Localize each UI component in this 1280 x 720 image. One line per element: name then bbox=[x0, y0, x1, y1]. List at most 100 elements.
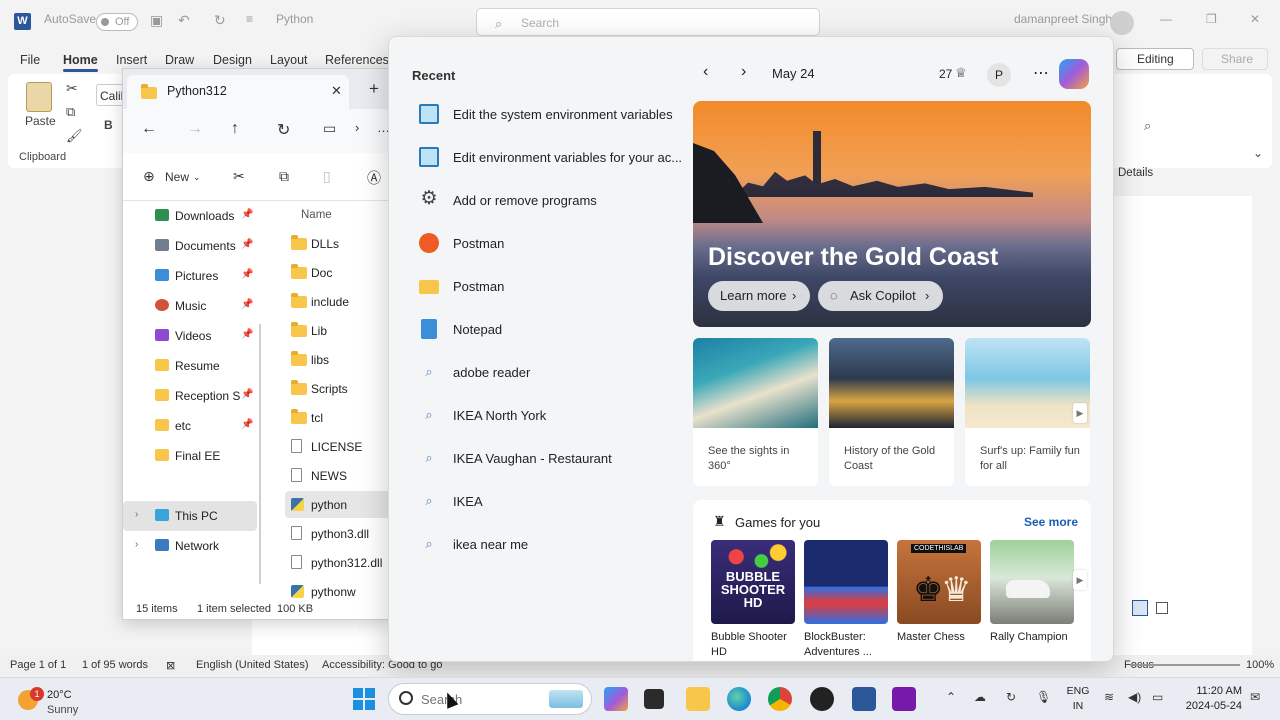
back-icon[interactable]: ← bbox=[141, 120, 157, 138]
rename-icon[interactable]: Ⓐ bbox=[367, 168, 381, 188]
file-row[interactable]: python312.dll bbox=[285, 549, 391, 576]
collapse-ribbon-icon[interactable]: ⌄ bbox=[1253, 146, 1263, 160]
rewards-points[interactable]: 27 bbox=[939, 67, 952, 81]
story-card[interactable]: Surf's up: Family fun for all bbox=[965, 338, 1090, 486]
page-count[interactable]: Page 1 of 1 bbox=[10, 659, 66, 671]
game-name[interactable]: Bubble Shooter HD bbox=[711, 630, 797, 660]
recent-item[interactable]: ⚙ Add or remove programs bbox=[411, 180, 683, 220]
nav-item-reception[interactable]: Reception Sh 📌 bbox=[123, 381, 257, 411]
recent-item[interactable]: Postman bbox=[411, 223, 683, 263]
nav-item-resume[interactable]: Resume bbox=[123, 351, 257, 381]
share-button[interactable]: Share bbox=[1202, 48, 1268, 70]
tab-draw[interactable]: Draw bbox=[165, 53, 194, 67]
game-name[interactable]: BlockBuster: Adventures ... bbox=[804, 630, 890, 660]
zoom-level[interactable]: 100% bbox=[1246, 659, 1274, 671]
word-search-box[interactable]: ⌕ Search bbox=[476, 8, 820, 36]
game-tile[interactable] bbox=[804, 540, 888, 624]
nav-item-pictures[interactable]: Pictures 📌 bbox=[123, 261, 257, 291]
paste-icon[interactable] bbox=[26, 82, 52, 112]
tab-home[interactable]: Home bbox=[63, 53, 98, 72]
tab-insert[interactable]: Insert bbox=[116, 53, 147, 67]
pin-icon[interactable]: 📌 bbox=[241, 239, 253, 250]
user-avatar[interactable] bbox=[1110, 11, 1134, 35]
game-tile[interactable] bbox=[990, 540, 1074, 624]
pin-icon[interactable]: 📌 bbox=[241, 299, 253, 310]
navigation-pane-scrollbar[interactable] bbox=[259, 324, 261, 584]
file-row[interactable]: python3.dll bbox=[285, 520, 391, 547]
scroll-right-icon[interactable]: ▶ bbox=[1073, 570, 1087, 590]
undo-icon[interactable]: ↶ bbox=[178, 12, 190, 29]
close-tab-icon[interactable]: ✕ bbox=[331, 83, 342, 99]
new-icon[interactable]: ⊕ bbox=[143, 168, 155, 185]
expand-chevron-icon[interactable]: › bbox=[135, 539, 138, 550]
save-icon[interactable]: ▣ bbox=[150, 12, 163, 29]
file-row[interactable]: DLLs bbox=[285, 230, 391, 257]
pin-icon[interactable]: 📌 bbox=[241, 269, 253, 280]
search-input[interactable] bbox=[421, 692, 541, 707]
hero-card[interactable]: Discover the Gold Coast Learn more › ◌ A… bbox=[693, 101, 1091, 327]
input-language[interactable]: ENG IN bbox=[1066, 684, 1090, 714]
see-more-link[interactable]: See more bbox=[1024, 515, 1078, 529]
new-tab-icon[interactable]: + bbox=[369, 79, 379, 99]
recent-item[interactable]: Postman bbox=[411, 266, 683, 306]
minimize-icon[interactable]: — bbox=[1160, 12, 1172, 26]
trophy-icon[interactable]: ♕ bbox=[955, 65, 967, 81]
nav-item-documents[interactable]: Documents 📌 bbox=[123, 231, 257, 261]
start-button[interactable] bbox=[353, 688, 375, 710]
nav-item-final-ee[interactable]: Final EE bbox=[123, 441, 257, 471]
file-row[interactable]: Doc bbox=[285, 259, 391, 286]
game-tile[interactable]: BUBBLE SHOOTER HD bbox=[711, 540, 795, 624]
language-status[interactable]: English (United States) bbox=[196, 659, 309, 671]
expand-chevron-icon[interactable]: › bbox=[135, 509, 138, 520]
this-pc-breadcrumb-icon[interactable]: ▭ bbox=[323, 120, 336, 137]
editing-mode-button[interactable]: Editing bbox=[1116, 48, 1194, 70]
more-options-icon[interactable]: ⋯ bbox=[1033, 63, 1049, 83]
next-day-icon[interactable]: › bbox=[741, 63, 746, 81]
copy-icon[interactable]: ⧉ bbox=[279, 168, 289, 185]
notifications-icon[interactable]: ✉ bbox=[1250, 690, 1260, 704]
task-view-icon[interactable] bbox=[644, 689, 664, 709]
close-icon[interactable]: ✕ bbox=[1250, 12, 1260, 26]
proofing-icon[interactable]: ⊠ bbox=[166, 659, 175, 672]
pin-icon[interactable]: 📌 bbox=[241, 329, 253, 340]
forward-icon[interactable]: → bbox=[187, 120, 203, 138]
tab-file[interactable]: File bbox=[20, 53, 40, 67]
ask-copilot-button[interactable]: ◌ Ask Copilot › bbox=[818, 281, 943, 311]
nav-item-videos[interactable]: Videos 📌 bbox=[123, 321, 257, 351]
cloud-icon[interactable]: ☁ bbox=[974, 690, 986, 704]
format-painter-icon[interactable]: 🖌 bbox=[66, 128, 83, 144]
copilot-taskbar-icon[interactable] bbox=[604, 687, 628, 711]
chrome-icon[interactable] bbox=[768, 687, 792, 711]
paste-icon[interactable]: ▯ bbox=[323, 168, 331, 185]
nav-item-this-pc[interactable]: › This PC bbox=[123, 501, 257, 531]
story-card[interactable]: History of the Gold Coast bbox=[829, 338, 954, 486]
game-name[interactable]: Rally Champion bbox=[990, 630, 1076, 645]
explorer-tab[interactable]: Python312 ✕ bbox=[127, 75, 349, 109]
story-card[interactable]: See the sights in 360° bbox=[693, 338, 818, 486]
taskbar-search[interactable] bbox=[388, 683, 592, 715]
redo-icon[interactable]: ↻ bbox=[214, 12, 226, 29]
nav-item-music[interactable]: Music 📌 bbox=[123, 291, 257, 321]
wifi-icon[interactable]: ≋ bbox=[1104, 690, 1114, 704]
game-name[interactable]: Master Chess bbox=[897, 630, 983, 645]
refresh-icon[interactable]: ↻ bbox=[277, 120, 290, 140]
breadcrumb-chevron-icon[interactable]: › bbox=[355, 120, 359, 135]
volume-icon[interactable]: ◀) bbox=[1128, 690, 1141, 704]
copilot-icon[interactable] bbox=[1059, 59, 1089, 89]
recent-item[interactable]: ⌕ IKEA bbox=[411, 481, 683, 521]
cut-icon[interactable]: ✂ bbox=[233, 168, 245, 185]
customize-qat-icon[interactable]: ≡ bbox=[246, 12, 253, 26]
maximize-icon[interactable]: ❐ bbox=[1206, 12, 1217, 26]
recent-item[interactable]: ⌕ IKEA North York bbox=[411, 395, 683, 435]
copy-icon[interactable]: ⧉ bbox=[66, 104, 75, 120]
recent-item[interactable]: ⌕ adobe reader bbox=[411, 352, 683, 392]
pin-icon[interactable]: 📌 bbox=[241, 209, 253, 220]
recent-item[interactable]: ⌕ IKEA Vaughan - Restaurant bbox=[411, 438, 683, 478]
show-hidden-icons[interactable]: ⌃ bbox=[946, 690, 956, 704]
tab-layout[interactable]: Layout bbox=[270, 53, 308, 67]
clock[interactable]: 11:20 AM 2024-05-24 bbox=[1178, 684, 1242, 714]
microphone-icon[interactable]: 🎙 bbox=[1036, 690, 1051, 704]
tab-references[interactable]: References bbox=[325, 53, 389, 67]
document-title[interactable]: Python bbox=[276, 12, 313, 26]
scroll-right-icon[interactable]: ▶ bbox=[1073, 403, 1087, 423]
